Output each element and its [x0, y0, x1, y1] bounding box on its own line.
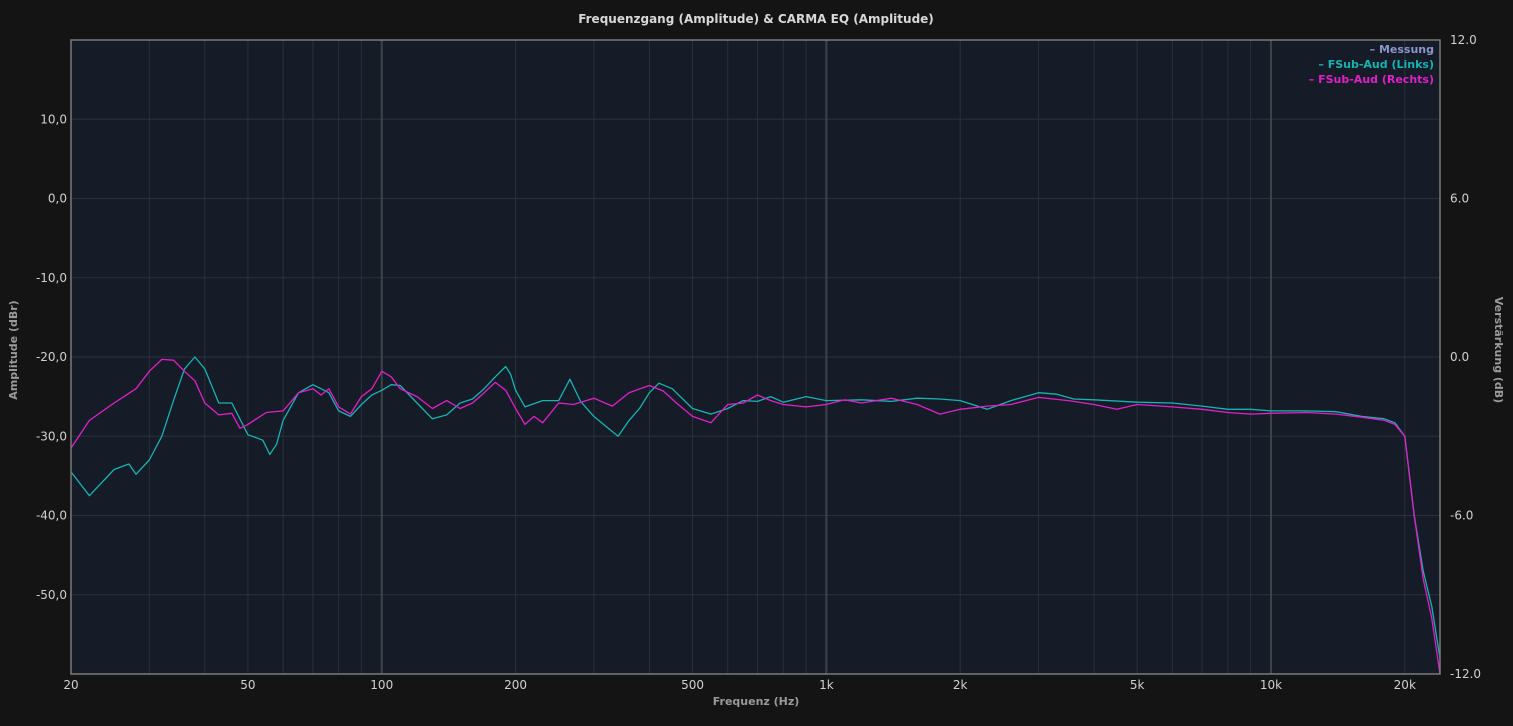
y-tick-labels: 10,0 0,0 -10,0 -20,0 -30,0 -40,0 -50,0: [36, 112, 67, 602]
x-tick-label: 5k: [1130, 678, 1145, 692]
y-tick-label: -40,0: [36, 509, 67, 523]
x-tick-label: 200: [504, 678, 527, 692]
legend-entry: – FSub-Aud (Rechts): [1309, 73, 1434, 86]
y-tick-label: 0,0: [48, 192, 67, 206]
y2-tick-label: 6.0: [1450, 192, 1469, 206]
x-tick-label: 1k: [819, 678, 834, 692]
y-tick-label: -30,0: [36, 429, 67, 443]
y2-axis-label: Verstärkung (dB): [1492, 297, 1505, 403]
x-tick-label: 50: [240, 678, 255, 692]
x-tick-label: 100: [370, 678, 393, 692]
x-tick-label: 20: [63, 678, 78, 692]
y-tick-label: 10,0: [40, 112, 67, 126]
x-tick-label: 500: [681, 678, 704, 692]
frequency-response-chart: 20 50 100 200 500 1k 2k 5k 10k 20k 10,0 0,0 -10,0 -2…: [7, 12, 1505, 708]
chart-title: Frequenzgang (Amplitude) & CARMA EQ (Amp…: [578, 12, 934, 26]
x-tick-label: 20k: [1394, 678, 1416, 692]
y2-tick-label: 12.0: [1450, 33, 1477, 47]
y-axis-label: Amplitude (dBr): [7, 300, 20, 399]
y2-tick-label: -12.0: [1450, 667, 1481, 681]
legend-entry: – Messung: [1370, 43, 1434, 56]
y2-tick-label: -6.0: [1450, 509, 1473, 523]
y2-tick-label: 0.0: [1450, 350, 1469, 364]
y-tick-label: -20,0: [36, 350, 67, 364]
y2-tick-labels: 12.0 6.0 0.0 -6.0 -12.0: [1450, 33, 1481, 681]
y-tick-label: -50,0: [36, 588, 67, 602]
x-tick-label: 2k: [953, 678, 968, 692]
y-tick-label: -10,0: [36, 271, 67, 285]
x-axis-label: Frequenz (Hz): [713, 695, 800, 708]
x-tick-label: 10k: [1260, 678, 1282, 692]
legend-entry: – FSub-Aud (Links): [1318, 58, 1434, 71]
x-tick-labels: 20 50 100 200 500 1k 2k 5k 10k 20k: [63, 678, 1416, 692]
